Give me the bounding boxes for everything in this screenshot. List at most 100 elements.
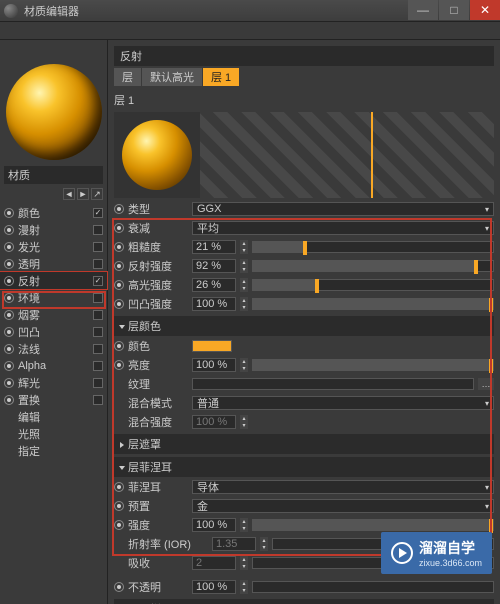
radio-opacity[interactable] (114, 582, 124, 592)
refl-spinner[interactable]: ▴▾ (240, 259, 248, 273)
channel-编辑[interactable]: 编辑 (0, 408, 107, 425)
channel-checkbox[interactable] (93, 242, 103, 252)
rough-slider[interactable] (252, 241, 494, 253)
rough-spinner[interactable]: ▴▾ (240, 240, 248, 254)
channel-checkbox[interactable] (93, 344, 103, 354)
material-name-field[interactable]: 材质 (4, 166, 103, 184)
channel-radio[interactable] (4, 276, 14, 286)
radio-bump[interactable] (114, 299, 124, 309)
tab-默认高光[interactable]: 默认高光 (142, 68, 202, 86)
refl-field[interactable]: 92 % (192, 259, 236, 273)
bump-spinner[interactable]: ▴▾ (240, 297, 248, 311)
spec-slider[interactable] (252, 279, 494, 291)
channel-反射[interactable]: 反射 (0, 272, 107, 289)
channel-checkbox[interactable] (93, 259, 103, 269)
channel-checkbox[interactable] (93, 361, 103, 371)
radio-color[interactable] (114, 341, 124, 351)
refl-slider[interactable] (252, 260, 494, 272)
channel-法线[interactable]: 法线 (0, 340, 107, 357)
radio-bright[interactable] (114, 360, 124, 370)
fresnel-dropdown[interactable]: 导体▾ (192, 480, 494, 494)
channel-光照[interactable]: 光照 (0, 425, 107, 442)
channel-发光[interactable]: 发光 (0, 238, 107, 255)
bright-spinner[interactable]: ▴▾ (240, 358, 248, 372)
left-panel: 材质 ◄ ► ↗ 颜色漫射发光透明反射环境烟雾凹凸法线Alpha辉光置换编辑光照… (0, 40, 108, 604)
channel-checkbox[interactable] (93, 276, 103, 286)
channel-radio[interactable] (4, 344, 14, 354)
subheader-fresnel[interactable]: 层菲涅耳 (114, 457, 494, 477)
opacity-slider[interactable] (252, 581, 494, 593)
spec-field[interactable]: 26 % (192, 278, 236, 292)
strength-field[interactable]: 100 % (192, 518, 236, 532)
radio-preset[interactable] (114, 501, 124, 511)
channel-radio[interactable] (4, 327, 14, 337)
channel-辉光[interactable]: 辉光 (0, 374, 107, 391)
channel-checkbox[interactable] (93, 395, 103, 405)
subheader-layer-color[interactable]: 层颜色 (114, 316, 494, 336)
radio-fresnel[interactable] (114, 482, 124, 492)
blend-dropdown: 普通▾ (192, 396, 494, 410)
radio-atten[interactable] (114, 223, 124, 233)
channel-指定[interactable]: 指定 (0, 442, 107, 459)
channel-Alpha[interactable]: Alpha (0, 357, 107, 374)
strength-slider[interactable] (252, 519, 494, 531)
layer-preview-sphere (122, 120, 192, 190)
channel-凹凸[interactable]: 凹凸 (0, 323, 107, 340)
channel-radio[interactable] (4, 293, 14, 303)
section-header-reflection: 反射 (114, 46, 494, 66)
channel-颜色[interactable]: 颜色 (0, 204, 107, 221)
channel-漫射[interactable]: 漫射 (0, 221, 107, 238)
radio-spec[interactable] (114, 280, 124, 290)
channel-radio[interactable] (4, 242, 14, 252)
texture-browse[interactable]: … (478, 378, 494, 390)
subheader-layer-mask[interactable]: 层遮罩 (114, 434, 494, 454)
minimize-button[interactable]: — (408, 0, 438, 20)
channel-checkbox[interactable] (93, 225, 103, 235)
channel-置换[interactable]: 置换 (0, 391, 107, 408)
preset-dropdown[interactable]: 金▾ (192, 499, 494, 513)
channel-radio[interactable] (4, 259, 14, 269)
channel-radio[interactable] (4, 225, 14, 235)
channel-环境[interactable]: 环境 (0, 289, 107, 306)
radio-type[interactable] (114, 204, 124, 214)
radio-refl[interactable] (114, 261, 124, 271)
rough-field[interactable]: 21 % (192, 240, 236, 254)
channel-checkbox[interactable] (93, 208, 103, 218)
bright-field[interactable]: 100 % (192, 358, 236, 372)
atten-dropdown[interactable]: 平均▾ (192, 221, 494, 235)
opacity-field[interactable]: 100 % (192, 580, 236, 594)
next-button[interactable]: ► (77, 188, 89, 200)
color-swatch[interactable] (192, 340, 232, 352)
channel-checkbox[interactable] (93, 327, 103, 337)
texture-field[interactable] (192, 378, 474, 390)
channel-radio[interactable] (4, 361, 14, 371)
channel-checkbox[interactable] (93, 378, 103, 388)
channel-radio[interactable] (4, 395, 14, 405)
close-button[interactable]: ✕ (470, 0, 500, 20)
channel-radio[interactable] (4, 310, 14, 320)
channel-烟雾[interactable]: 烟雾 (0, 306, 107, 323)
strength-spinner[interactable]: ▴▾ (240, 518, 248, 532)
bump-slider[interactable] (252, 298, 494, 310)
opacity-spinner[interactable]: ▴▾ (240, 580, 248, 594)
channel-checkbox[interactable] (93, 293, 103, 303)
channel-透明[interactable]: 透明 (0, 255, 107, 272)
tab-层[interactable]: 层 (114, 68, 141, 86)
tab-层 1[interactable]: 层 1 (203, 68, 239, 86)
type-dropdown[interactable]: GGX▾ (192, 202, 494, 216)
material-preview[interactable] (6, 64, 102, 160)
spec-spinner[interactable]: ▴▾ (240, 278, 248, 292)
ior-field: 1.35 (212, 537, 256, 551)
channel-radio[interactable] (4, 378, 14, 388)
radio-rough[interactable] (114, 242, 124, 252)
radio-strength[interactable] (114, 520, 124, 530)
channel-radio[interactable] (4, 208, 14, 218)
bright-slider[interactable] (252, 359, 494, 371)
maximize-button[interactable]: □ (439, 0, 469, 20)
prev-button[interactable]: ◄ (63, 188, 75, 200)
picker-button[interactable]: ↗ (91, 188, 103, 200)
blendstr-field: 100 % (192, 415, 236, 429)
channel-checkbox[interactable] (93, 310, 103, 320)
subheader-sampling[interactable]: 层取样 (114, 599, 494, 604)
bump-field[interactable]: 100 % (192, 297, 236, 311)
